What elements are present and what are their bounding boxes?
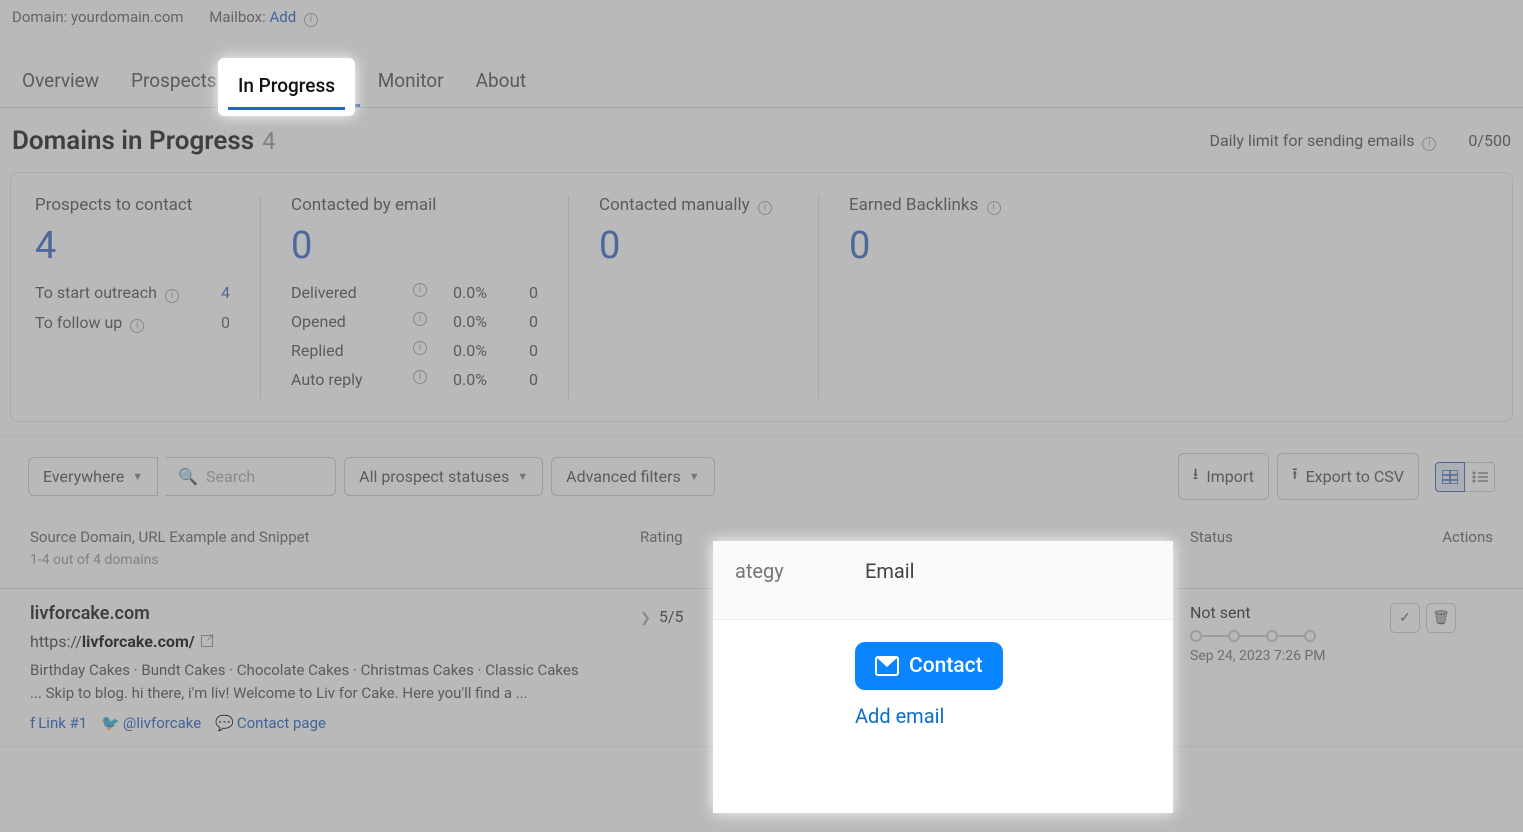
check-icon: ✓: [1399, 610, 1411, 626]
daily-limit: Daily limit for sending emails i 0/500: [1209, 131, 1511, 151]
chevron-down-icon: ▼: [132, 470, 143, 483]
scope-dropdown[interactable]: Everywhere▼: [28, 457, 158, 496]
add-email-link[interactable]: Add email: [855, 704, 1151, 728]
import-button[interactable]: ⭳Import: [1178, 453, 1269, 500]
metric-email-value: 0: [291, 227, 538, 265]
domain-label: Domain:: [12, 8, 67, 26]
opened-pct: 0.0%: [453, 312, 503, 331]
info-icon[interactable]: i: [413, 283, 427, 297]
domain-value: yourdomain.com: [71, 8, 184, 26]
list-icon: [1472, 470, 1488, 484]
chevron-right-icon: ❯: [640, 611, 651, 626]
col-strategy-header: ategy: [735, 559, 865, 583]
external-link-icon: [201, 635, 213, 647]
search-icon: 🔍: [178, 467, 198, 486]
metrics-panel: Prospects to contact 4 To start outreach…: [10, 172, 1513, 422]
table-icon: [1442, 470, 1458, 484]
row-snippet: Birthday Cakes · Bundt Cakes · Chocolate…: [30, 659, 590, 704]
upload-icon: ⭱: [1292, 463, 1298, 490]
opened-label: Opened: [291, 312, 383, 331]
pagination-hint: 1-4 out of 4 domains: [30, 552, 640, 568]
mark-done-button[interactable]: ✓: [1390, 603, 1420, 633]
row-status: Not sent: [1190, 603, 1390, 622]
status-dropdown[interactable]: All prospect statuses▼: [344, 457, 543, 496]
contact-button[interactable]: Contact: [855, 642, 1003, 690]
replied-label: Replied: [291, 341, 383, 360]
delivered-n: 0: [529, 283, 538, 302]
download-icon: ⭳: [1193, 463, 1199, 490]
info-icon[interactable]: i: [987, 201, 1001, 215]
twitter-link[interactable]: 🐦@livforcake: [101, 714, 201, 732]
row-timestamp: Sep 24, 2023 7:26 PM: [1190, 648, 1390, 664]
metric-email-label: Contacted by email: [291, 195, 538, 215]
mail-icon: [875, 656, 899, 676]
chevron-down-icon: ▼: [689, 470, 700, 483]
metric-backlinks-label: Earned Backlinks i: [849, 195, 1039, 215]
metric-prospects-label: Prospects to contact: [35, 195, 230, 215]
autoreply-n: 0: [529, 370, 538, 389]
col-actions-header: Actions: [1390, 528, 1493, 568]
delivered-pct: 0.0%: [453, 283, 503, 302]
trash-icon: 🗑: [1432, 610, 1450, 626]
opened-n: 0: [529, 312, 538, 331]
status-timeline: [1190, 630, 1390, 642]
to-start-value[interactable]: 4: [221, 283, 230, 303]
search-input[interactable]: 🔍 Search: [166, 457, 336, 496]
replied-pct: 0.0%: [453, 341, 503, 360]
page-title: Domains in Progress4: [12, 126, 276, 156]
info-icon[interactable]: i: [413, 312, 427, 326]
mailbox-label: Mailbox:: [209, 8, 265, 26]
replied-n: 0: [529, 341, 538, 360]
metric-prospects-value: 4: [35, 227, 230, 265]
table-view-button[interactable]: [1435, 462, 1465, 492]
tab-about[interactable]: About: [462, 55, 541, 107]
tab-in-progress-highlight[interactable]: In Progress: [228, 64, 345, 110]
to-followup-label: To follow up i: [35, 313, 144, 333]
info-icon[interactable]: i: [130, 319, 144, 333]
info-icon[interactable]: i: [413, 341, 427, 355]
metric-manual-label: Contacted manually i: [599, 195, 788, 215]
contact-page-link[interactable]: 💬Contact page: [215, 714, 326, 732]
col-email-header: Email: [865, 559, 915, 583]
info-icon[interactable]: i: [413, 370, 427, 384]
row-domain[interactable]: livforcake.com: [30, 603, 640, 624]
advanced-filters-dropdown[interactable]: Advanced filters▼: [551, 457, 715, 496]
info-icon[interactable]: i: [304, 13, 318, 27]
export-csv-button[interactable]: ⭱Export to CSV: [1277, 453, 1419, 500]
facebook-link[interactable]: fLink #1: [30, 714, 87, 732]
to-start-label: To start outreach i: [35, 283, 179, 303]
to-followup-value: 0: [221, 313, 230, 333]
list-view-button[interactable]: [1465, 462, 1495, 492]
message-icon: 💬: [215, 714, 234, 732]
row-url[interactable]: https://livforcake.com/: [30, 632, 640, 651]
autoreply-pct: 0.0%: [453, 370, 503, 389]
mailbox-add-link[interactable]: Add: [269, 8, 296, 26]
facebook-icon: f: [30, 714, 35, 732]
autoreply-label: Auto reply: [291, 370, 383, 389]
page-count: 4: [262, 127, 276, 155]
delivered-label: Delivered: [291, 283, 383, 302]
metric-manual-value: 0: [599, 227, 788, 265]
chevron-down-icon: ▼: [517, 470, 528, 483]
col-source-header: Source Domain, URL Example and Snippet: [30, 528, 640, 546]
info-icon[interactable]: i: [165, 289, 179, 303]
info-icon[interactable]: i: [758, 201, 772, 215]
twitter-icon: 🐦: [101, 714, 120, 732]
metric-backlinks-value: 0: [849, 227, 1039, 265]
col-status-header: Status: [1190, 528, 1390, 568]
delete-button[interactable]: 🗑: [1426, 603, 1456, 633]
tab-prospects[interactable]: Prospects: [117, 55, 231, 107]
tab-overview[interactable]: Overview: [8, 55, 113, 107]
tab-monitor[interactable]: Monitor: [364, 55, 458, 107]
info-icon[interactable]: i: [1422, 137, 1436, 151]
